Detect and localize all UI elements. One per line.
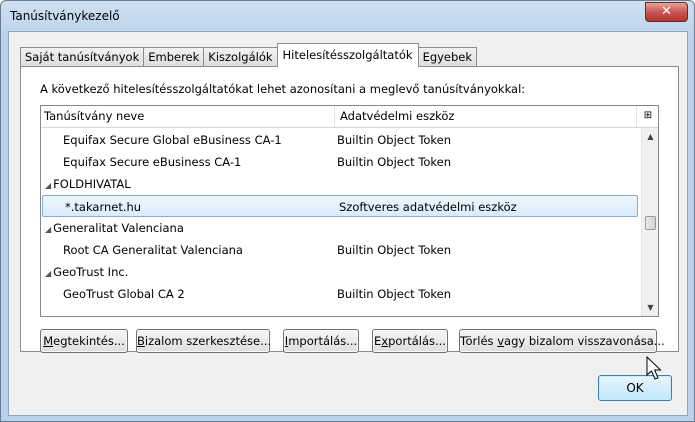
- tree-row-selected[interactable]: *.takarnet.hu Szoftveres adatvédelmi esz…: [42, 195, 638, 217]
- export-button[interactable]: Exportálás...: [372, 329, 448, 353]
- column-header-device[interactable]: Adatvédelmi eszköz: [335, 106, 637, 127]
- dialog-client-area: Saját tanúsítványok Emberek Kiszolgálók …: [8, 31, 688, 416]
- import-button[interactable]: Importálás...: [283, 329, 359, 353]
- certificate-tree[interactable]: Tanúsítvány neve Adatvédelmi eszköz ⊞ Eq…: [40, 105, 659, 317]
- tree-group-row[interactable]: ◢ GeoTrust Inc.: [41, 261, 639, 283]
- cert-device: Builtin Object Token: [337, 287, 452, 301]
- cert-device: Builtin Object Token: [337, 133, 452, 147]
- group-name: GeoTrust Inc.: [53, 265, 129, 279]
- close-button[interactable]: ✕: [645, 2, 688, 22]
- expander-icon[interactable]: ◢: [45, 175, 51, 197]
- tree-rows: Equifax Secure Global eBusiness CA-1 Bui…: [41, 129, 639, 305]
- scroll-down-icon[interactable]: ▼: [642, 299, 658, 316]
- view-button[interactable]: Megtekintés...: [40, 329, 128, 353]
- tab-own-certificates[interactable]: Saját tanúsítványok: [20, 47, 145, 67]
- cert-name: GeoTrust Global CA 2: [63, 287, 185, 301]
- cert-name: Root CA Generalitat Valenciana: [63, 243, 243, 257]
- group-name: FOLDHIVATAL: [53, 177, 131, 191]
- title-bar[interactable]: Tanúsítványkezelő ✕: [1, 1, 694, 31]
- delete-or-distrust-button[interactable]: Törlés vagy bizalom visszavonása...: [459, 329, 665, 353]
- tree-header: Tanúsítvány neve Adatvédelmi eszköz ⊞: [41, 106, 658, 128]
- authorities-tab-panel: A következő hitelesítésszolgáltatókat le…: [20, 66, 679, 353]
- group-name: Generalitat Valenciana: [53, 221, 184, 235]
- cert-device: Builtin Object Token: [337, 243, 452, 257]
- scrollbar-thumb[interactable]: [645, 216, 656, 230]
- group-label: ◢ Generalitat Valenciana: [45, 217, 184, 241]
- tab-people[interactable]: Emberek: [143, 47, 205, 67]
- cert-device: Builtin Object Token: [337, 155, 452, 169]
- tree-group-row[interactable]: ◢ FOLDHIVATAL: [41, 173, 639, 195]
- group-label: ◢ FOLDHIVATAL: [45, 173, 131, 197]
- expander-icon[interactable]: ◢: [45, 219, 51, 241]
- mouse-pointer-icon: [646, 356, 662, 380]
- column-picker-icon[interactable]: ⊞: [642, 110, 654, 122]
- tree-row[interactable]: GeoTrust Global CA 2 Builtin Object Toke…: [41, 283, 639, 305]
- group-label: ◢ GeoTrust Inc.: [45, 261, 128, 285]
- scroll-up-icon[interactable]: ▲: [642, 128, 658, 145]
- tab-strip: Saját tanúsítványok Emberek Kiszolgálók …: [20, 43, 478, 67]
- tab-servers[interactable]: Kiszolgálók: [203, 47, 278, 67]
- tree-group-row[interactable]: ◢ Generalitat Valenciana: [41, 217, 639, 239]
- cert-name: Equifax Secure eBusiness CA-1: [63, 155, 242, 169]
- tab-others[interactable]: Egyebek: [417, 47, 478, 67]
- tab-authorities[interactable]: Hitelesítésszolgáltatók: [276, 43, 419, 67]
- column-header-name[interactable]: Tanúsítvány neve: [41, 106, 335, 127]
- tree-row[interactable]: Equifax Secure eBusiness CA-1 Builtin Ob…: [41, 151, 639, 173]
- cert-device: Szoftveres adatvédelmi eszköz: [339, 200, 517, 214]
- tree-row[interactable]: Root CA Generalitat Valenciana Builtin O…: [41, 239, 639, 261]
- vertical-scrollbar[interactable]: ▲ ▼: [641, 128, 658, 316]
- panel-description: A következő hitelesítésszolgáltatókat le…: [40, 82, 526, 96]
- certificate-manager-window: Tanúsítványkezelő ✕ Saját tanúsítványok …: [0, 0, 695, 422]
- tree-row[interactable]: Equifax Secure Global eBusiness CA-1 Bui…: [41, 129, 639, 151]
- expander-icon[interactable]: ◢: [45, 263, 51, 285]
- edit-trust-button[interactable]: Bizalom szerkesztése...: [136, 329, 271, 353]
- cert-name: Equifax Secure Global eBusiness CA-1: [63, 133, 282, 147]
- cert-name: *.takarnet.hu: [65, 200, 142, 214]
- window-title: Tanúsítványkezelő: [10, 9, 120, 23]
